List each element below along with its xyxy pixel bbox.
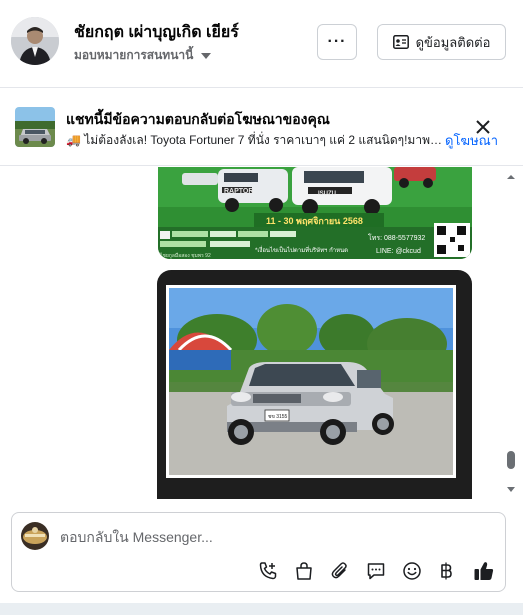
view-contact-button[interactable]: ดูข้อมูลติดต่อ	[377, 24, 506, 60]
shopping-bag-icon	[296, 562, 312, 580]
banner-title: แชทนี้มีข้อความตอบกลับต่อโฆษณาของคุณ	[66, 111, 330, 127]
reply-input[interactable]: ตอบกลับใน Messenger...	[60, 527, 213, 549]
add-call-icon	[259, 562, 277, 580]
thread-scrollbar[interactable]	[504, 167, 518, 499]
scrollbar-track	[507, 175, 515, 492]
promo-phone-text: โทร: 088-5577932	[368, 233, 425, 242]
view-contact-label: ดูข้อมูลติดต่อ	[415, 34, 491, 50]
message-image-ad-banner[interactable]: RAPTOR ISUZU 11 - 30 พฤศจิกายน 2568 *เงื…	[158, 167, 472, 259]
more-options-button[interactable]: ···	[317, 24, 357, 60]
raptor-grille-text: RAPTOR	[224, 188, 253, 195]
baht-icon	[441, 562, 452, 580]
promo-date-text: 11 - 30 พฤศจิกายน 2568	[266, 216, 363, 226]
add-call-button[interactable]	[256, 559, 280, 583]
vehicle-photo: ชข 3155	[157, 270, 472, 499]
message-thread[interactable]: RAPTOR ISUZU 11 - 30 พฤศจิกายน 2568 *เงื…	[0, 167, 523, 499]
close-icon	[476, 120, 490, 134]
page-avatar	[21, 522, 49, 550]
emoji-button[interactable]	[400, 559, 424, 583]
ad-preview-text: 🚚 ไม่ต้องลังเล! Toyota Fortuner 7 ที่นั่…	[66, 133, 442, 147]
thumbs-up-icon	[474, 562, 494, 580]
assign-conversation-dropdown[interactable]: มอบหมายการสนทนานี้	[74, 46, 212, 65]
saved-replies-button[interactable]	[364, 559, 388, 583]
avatar-image	[11, 17, 59, 65]
close-banner-button[interactable]	[472, 116, 494, 138]
message-image-vehicle[interactable]: ชข 3155	[157, 270, 472, 499]
smile-icon	[403, 562, 421, 580]
shop-button[interactable]	[292, 559, 316, 583]
assign-label: มอบหมายการสนทนานี้	[74, 48, 194, 62]
more-icon: ···	[327, 33, 347, 50]
ad-reply-banner: แชทนี้มีข้อความตอบกลับต่อโฆษณาของคุณ 🚚 ไ…	[0, 88, 523, 166]
ad-thumbnail-image	[15, 107, 55, 147]
contact-name: ชัยกฤต เผ่าบุญเกิด เยียร์	[74, 24, 239, 41]
conversation-header: ชัยกฤต เผ่าบุญเกิด เยียร์ มอบหมายการสนทน…	[0, 0, 523, 88]
dealer-name-text: ไชยกูลมือสอง ชุมพร 92	[159, 252, 211, 259]
paperclip-icon	[331, 562, 347, 579]
chevron-down-icon	[201, 52, 212, 59]
bottom-edge	[0, 603, 523, 615]
license-plate-text: ชข 3155	[268, 414, 288, 420]
payment-button[interactable]	[434, 559, 458, 583]
ad-thumbnail[interactable]	[15, 107, 55, 147]
promo-line-text: LINE: @ckcud	[376, 248, 421, 255]
isuzu-grille-text: ISUZU	[318, 191, 336, 197]
contact-card-icon	[392, 35, 409, 49]
contact-avatar[interactable]	[11, 17, 59, 65]
ad-banner-graphic: RAPTOR ISUZU 11 - 30 พฤศจิกายน 2568 *เงื…	[158, 167, 472, 259]
attach-button[interactable]	[328, 559, 352, 583]
chat-bubble-icon	[367, 563, 385, 580]
like-button[interactable]	[472, 559, 496, 583]
page-avatar-image	[21, 522, 49, 550]
reply-composer: ตอบกลับใน Messenger...	[11, 512, 506, 592]
